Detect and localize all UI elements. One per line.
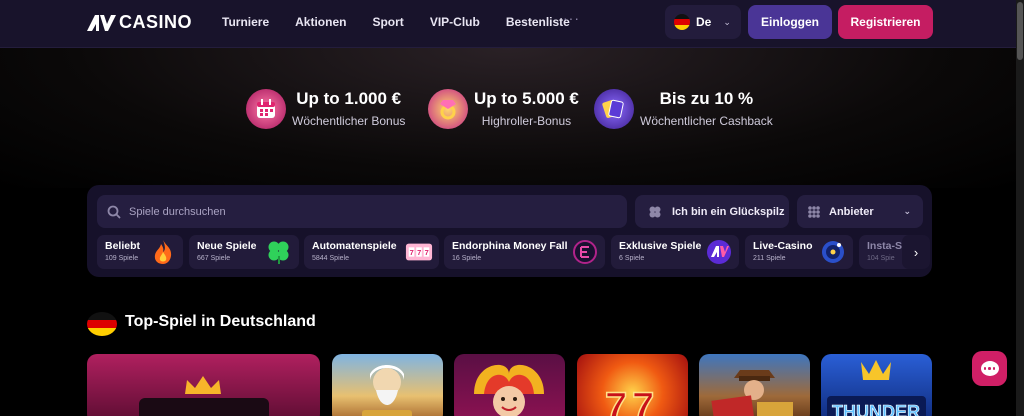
register-button[interactable]: Registrieren	[838, 5, 933, 39]
brand-logo-text: CASINO	[119, 12, 193, 32]
category-exklusive-spiele[interactable]: Exklusive Spiele 6 Spiele	[611, 235, 739, 269]
category-automatenspiele[interactable]: Automatenspiele 5844 Spiele 777	[304, 235, 439, 269]
search-input[interactable]: Spiele durchsuchen	[97, 195, 627, 228]
language-selector[interactable]: De ⌄	[665, 5, 741, 39]
language-code: De	[696, 15, 712, 29]
game-tile-joker[interactable]	[454, 354, 565, 416]
brand-logo-mark-icon	[87, 14, 116, 31]
bonus-title: Bis zu 10 %	[659, 89, 754, 108]
brand-logo[interactable]: CASINO	[87, 12, 192, 33]
section-title: Top-Spiel in Deutschland	[125, 313, 316, 330]
game-tile-thunder[interactable]: THUNDER	[821, 354, 932, 416]
game-search-panel: Spiele durchsuchen Ich bin ein Glückspil…	[87, 185, 932, 277]
lucky-label: Ich bin ein Glückspilz	[672, 205, 785, 218]
slot-machine-icon: 777	[405, 238, 433, 266]
brand-logo-icon	[705, 238, 733, 266]
provider-dropdown[interactable]: Anbieter ⌄	[797, 195, 923, 228]
page-scrollbar[interactable]	[1016, 0, 1024, 416]
svg-text:7: 7	[410, 248, 414, 257]
category-beliebt[interactable]: Beliebt 109 Spiele	[97, 235, 183, 269]
explorer-art-icon	[711, 370, 793, 416]
chat-button[interactable]	[972, 351, 1007, 386]
nav-link-sport[interactable]: Sport	[372, 15, 403, 29]
crown-icon	[139, 376, 269, 416]
bonus-title: Up to 5.000 €	[474, 89, 579, 108]
bonus-cashback[interactable]: Bis zu 10 % Wöchentlicher Cashback	[594, 88, 773, 129]
search-placeholder: Spiele durchsuchen	[129, 205, 226, 218]
login-button[interactable]: Einloggen	[748, 5, 832, 39]
grid-dots-icon	[808, 205, 820, 218]
nav-link-bestenliste[interactable]: Bestenliste	[506, 15, 570, 29]
thunder-art-icon: THUNDER	[827, 360, 926, 416]
category-live-casino[interactable]: Live-Casino 211 Spiele	[745, 235, 853, 269]
scrollbar-thumb[interactable]	[1017, 2, 1023, 60]
game-tile-gates-of-olympus[interactable]	[332, 354, 443, 416]
game-tile-burning-sevens[interactable]: 77	[577, 354, 688, 416]
nav-link-turniere[interactable]: Turniere	[222, 15, 269, 29]
diamond-ring-icon	[428, 88, 468, 129]
bonus-title: Up to 1.000 €	[296, 89, 402, 108]
clover-icon	[265, 238, 293, 266]
more-menu-icon[interactable]: ···	[563, 10, 580, 26]
svg-text:7: 7	[425, 248, 429, 257]
search-icon	[107, 205, 121, 219]
game-tile-book[interactable]	[699, 354, 810, 416]
germany-flag-icon	[87, 312, 117, 336]
chevron-right-icon: ›	[913, 244, 919, 260]
bonus-subtitle: Wöchentlicher Cashback	[640, 114, 773, 128]
top-navbar: CASINO Turniere Aktionen Sport VIP-Club …	[0, 0, 1024, 48]
svg-text:THUNDER: THUNDER	[832, 402, 920, 416]
germany-flag-icon	[674, 14, 690, 30]
bonus-weekly[interactable]: Up to 1.000 € Wöchentlicher Bonus	[246, 88, 405, 129]
chevron-down-icon: ⌄	[903, 206, 911, 216]
category-strip: Beliebt 109 Spiele Neue Spiele 667 Spiel…	[97, 235, 923, 269]
chat-icon	[980, 361, 999, 376]
game-tile-featured[interactable]	[87, 354, 320, 416]
cashback-cards-icon	[594, 88, 634, 129]
sevens-art-icon: 77	[604, 384, 655, 416]
roulette-icon	[819, 238, 847, 266]
svg-text:7: 7	[417, 248, 421, 257]
clover-icon	[649, 206, 661, 217]
bonus-subtitle: Highroller-Bonus	[481, 114, 572, 128]
endorphina-logo-icon	[571, 238, 599, 266]
nav-link-aktionen[interactable]: Aktionen	[295, 15, 346, 29]
svg-text:7: 7	[605, 385, 627, 416]
provider-label: Anbieter	[829, 205, 874, 218]
main-nav: Turniere Aktionen Sport VIP-Club Bestenl…	[222, 15, 596, 29]
chevron-down-icon: ⌄	[723, 16, 731, 27]
category-next-button[interactable]: ›	[902, 235, 930, 269]
calendar-gift-icon	[246, 88, 286, 129]
category-endorphina-money-fall[interactable]: Endorphina Money Fall 16 Spiele	[444, 235, 605, 269]
svg-text:7: 7	[632, 385, 654, 416]
nav-link-vip-club[interactable]: VIP-Club	[430, 15, 480, 29]
joker-art-icon	[474, 364, 544, 416]
category-neue-spiele[interactable]: Neue Spiele 667 Spiele	[189, 235, 299, 269]
zeus-art-icon	[362, 365, 412, 416]
bonus-highroller[interactable]: Up to 5.000 € Highroller-Bonus	[428, 88, 579, 129]
bonus-subtitle: Wöchentlicher Bonus	[292, 114, 406, 128]
lucky-button[interactable]: Ich bin ein Glückspilz	[635, 195, 789, 228]
fire-icon	[149, 238, 177, 266]
